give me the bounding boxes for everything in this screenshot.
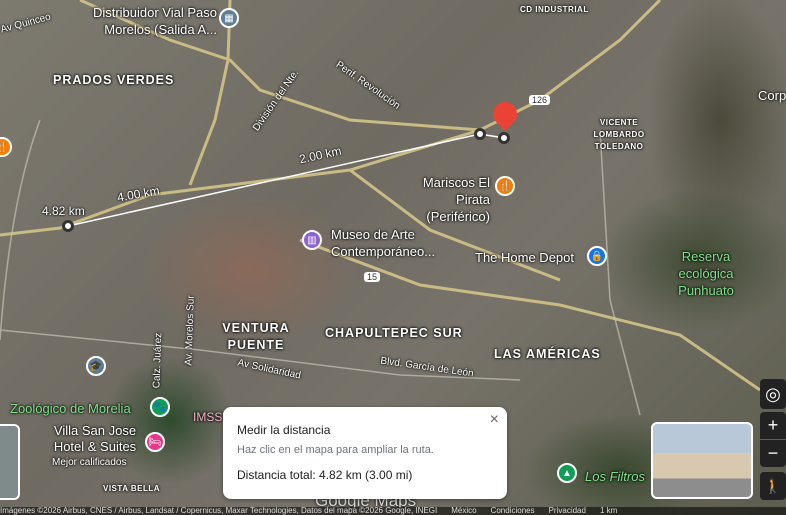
street-view-thumbnail[interactable] — [651, 422, 753, 499]
area-label: VISTA BELLA — [103, 484, 161, 493]
zoom-in-button[interactable]: + — [760, 412, 786, 439]
country-link[interactable]: México — [451, 507, 476, 515]
measure-distance-panel: × Medir la distancia Haz clic en el mapa… — [223, 407, 507, 499]
place-label[interactable]: Corp — [758, 88, 786, 103]
road-shield: 126 — [529, 95, 551, 105]
road-label: Calz. Juárez — [151, 332, 165, 389]
measure-point[interactable] — [62, 220, 74, 232]
place-label[interactable]: The Home Depot — [475, 250, 574, 265]
area-label: VICENTE LOMBARDO TOLEDANO — [593, 118, 645, 151]
segment-label: 4.82 km — [42, 204, 85, 218]
attribution: Imágenes ©2026 Airbus, CNES / Airbus, La… — [0, 507, 438, 515]
layers-toggle[interactable] — [0, 424, 20, 500]
privacy-link[interactable]: Privacidad — [549, 507, 586, 515]
place-label[interactable]: Distribuidor Vial Paso Morelos (Salida A… — [57, 4, 217, 38]
restaurant-icon[interactable]: 🍴 — [495, 176, 515, 196]
area-label: PRADOS VERDES — [53, 73, 175, 87]
park-icon[interactable]: 🐾 — [150, 397, 170, 417]
transit-icon[interactable]: ▦ — [219, 8, 239, 28]
place-label[interactable]: Los Filtros — [585, 469, 645, 484]
place-label[interactable]: Villa San Jose Hotel & Suites — [50, 423, 140, 455]
area-label: VENTURA PUENTE — [222, 321, 290, 352]
school-icon[interactable]: 🎓 — [86, 356, 106, 376]
terms-link[interactable]: Condiciones — [491, 507, 535, 515]
area-label: CD INDUSTRIAL — [520, 5, 589, 14]
total-distance: Distancia total: 4.82 km (3.00 mi) — [237, 468, 413, 482]
pegman-icon[interactable]: 🚶 — [760, 472, 786, 500]
hotel-icon[interactable]: 🛏 — [145, 432, 165, 452]
place-badge: Mejor calificados — [52, 457, 127, 468]
area-label: LAS AMÉRICAS — [494, 347, 601, 361]
measure-point[interactable] — [474, 128, 486, 140]
park-icon[interactable]: ▲ — [557, 463, 577, 483]
place-label[interactable]: Reserva ecológica Punhuato — [668, 248, 744, 299]
place-label[interactable]: Museo de Arte Contemporáneo... — [331, 226, 446, 260]
museum-icon[interactable]: ▥ — [302, 230, 322, 250]
close-icon[interactable]: × — [490, 411, 499, 429]
scale-bar[interactable]: 1 km — [600, 507, 617, 515]
zoom-out-button[interactable]: − — [760, 440, 786, 467]
road-shield: 15 — [364, 272, 381, 282]
panel-hint: Haz clic en el mapa para ampliar la ruta… — [237, 444, 434, 456]
area-label: CHAPULTEPEC SUR — [325, 326, 463, 340]
place-label[interactable]: Zoológico de Morelia — [10, 401, 131, 416]
shopping-icon[interactable]: 🔒 — [587, 246, 607, 266]
my-location-button[interactable]: ◎ — [760, 379, 786, 409]
place-label[interactable]: Mariscos El Pirata (Periférico) — [390, 174, 490, 225]
map-footer: Imágenes ©2026 Airbus, CNES / Airbus, La… — [0, 507, 786, 515]
place-label[interactable]: IMSS — [193, 410, 222, 424]
measure-point[interactable] — [498, 132, 510, 144]
panel-title: Medir la distancia — [237, 423, 331, 437]
